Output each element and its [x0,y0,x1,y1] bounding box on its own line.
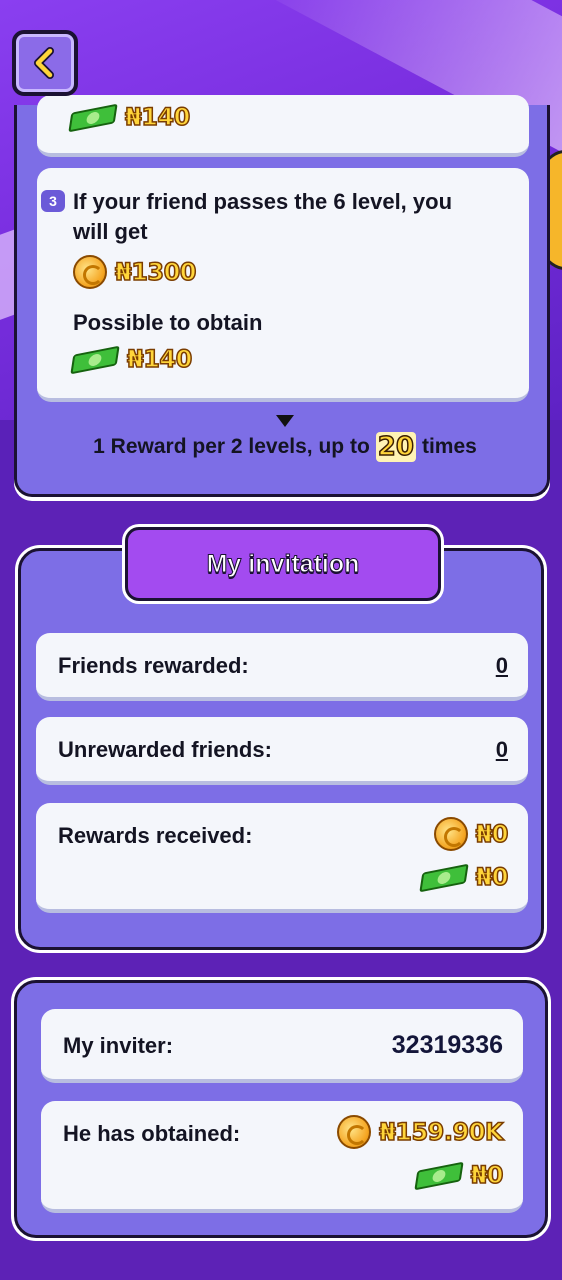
cash-reward-line: ₦140 [70,344,193,375]
coin-icon [433,817,468,851]
he-has-obtained-label: He has obtained: [63,1121,241,1146]
coin-icon [337,1115,372,1149]
my-invitation-title-banner: My invitation [125,527,441,601]
friends-rewarded-label: Friends rewarded: [58,653,249,678]
coin-amount: ₦159.90K [378,1117,504,1147]
cash-icon [418,863,469,893]
cash-icon [68,103,118,133]
back-button[interactable] [12,30,78,96]
unrewarded-friends-value[interactable]: 0 [496,737,508,763]
friends-rewarded-row: Friends rewarded: 0 [36,633,528,701]
my-inviter-row: My inviter: 32319336 [41,1009,523,1083]
my-invitation-panel: My invitation Friends rewarded: 0 Unrewa… [18,527,544,950]
reward-times-value: 20 [375,431,416,463]
coin-reward-line: ₦159.90K [337,1115,504,1149]
step-card-previous: ₦140 [37,95,529,157]
coin-reward-line: ₦1300 [73,255,197,289]
cash-reward-line: ₦140 [68,102,191,133]
cash-reward-line: ₦0 [418,862,509,893]
step-number-badge: 3 [41,190,65,212]
coin-icon [73,255,107,289]
cash-amount: ₦0 [475,862,509,892]
chevron-left-icon [34,47,54,79]
cash-icon [413,1161,464,1191]
my-inviter-value: 32319336 [391,1031,503,1059]
invite-steps-panel: ₦140 3 If your friend passes the 6 level… [14,95,553,497]
friends-rewarded-value[interactable]: 0 [496,653,508,679]
possible-obtain-label: Possible to obtain [73,310,263,335]
cash-amount: ₦140 [124,102,191,132]
unrewarded-friends-label: Unrewarded friends: [58,737,272,762]
cash-amount: ₦0 [470,1160,504,1190]
reward-note: 1 Reward per 2 levels, up to 20 times [17,431,553,463]
arrow-down-icon [276,415,294,427]
unrewarded-friends-row: Unrewarded friends: 0 [36,717,528,785]
cash-amount: ₦140 [126,344,193,374]
coin-reward-line: ₦0 [433,817,509,851]
rewards-received-row: Rewards received: ₦0 ₦0 [36,803,528,913]
inviter-panel: My inviter: 32319336 He has obtained: ₦1… [14,980,548,1238]
coin-amount: ₦1300 [114,257,197,287]
inviter-obtained-row: He has obtained: ₦159.90K ₦0 [41,1101,523,1213]
rewards-received-label: Rewards received: [58,823,253,848]
cash-icon [70,345,120,375]
reward-note-prefix: 1 Reward per 2 levels, up to [93,435,370,458]
cash-reward-line: ₦0 [413,1160,504,1191]
reward-note-suffix: times [421,435,477,458]
step-description: If your friend passes the 6 level, you w… [73,189,453,244]
panel-title: My invitation [206,549,360,578]
coin-amount: ₦0 [475,819,509,849]
my-inviter-label: My inviter: [63,1033,174,1058]
